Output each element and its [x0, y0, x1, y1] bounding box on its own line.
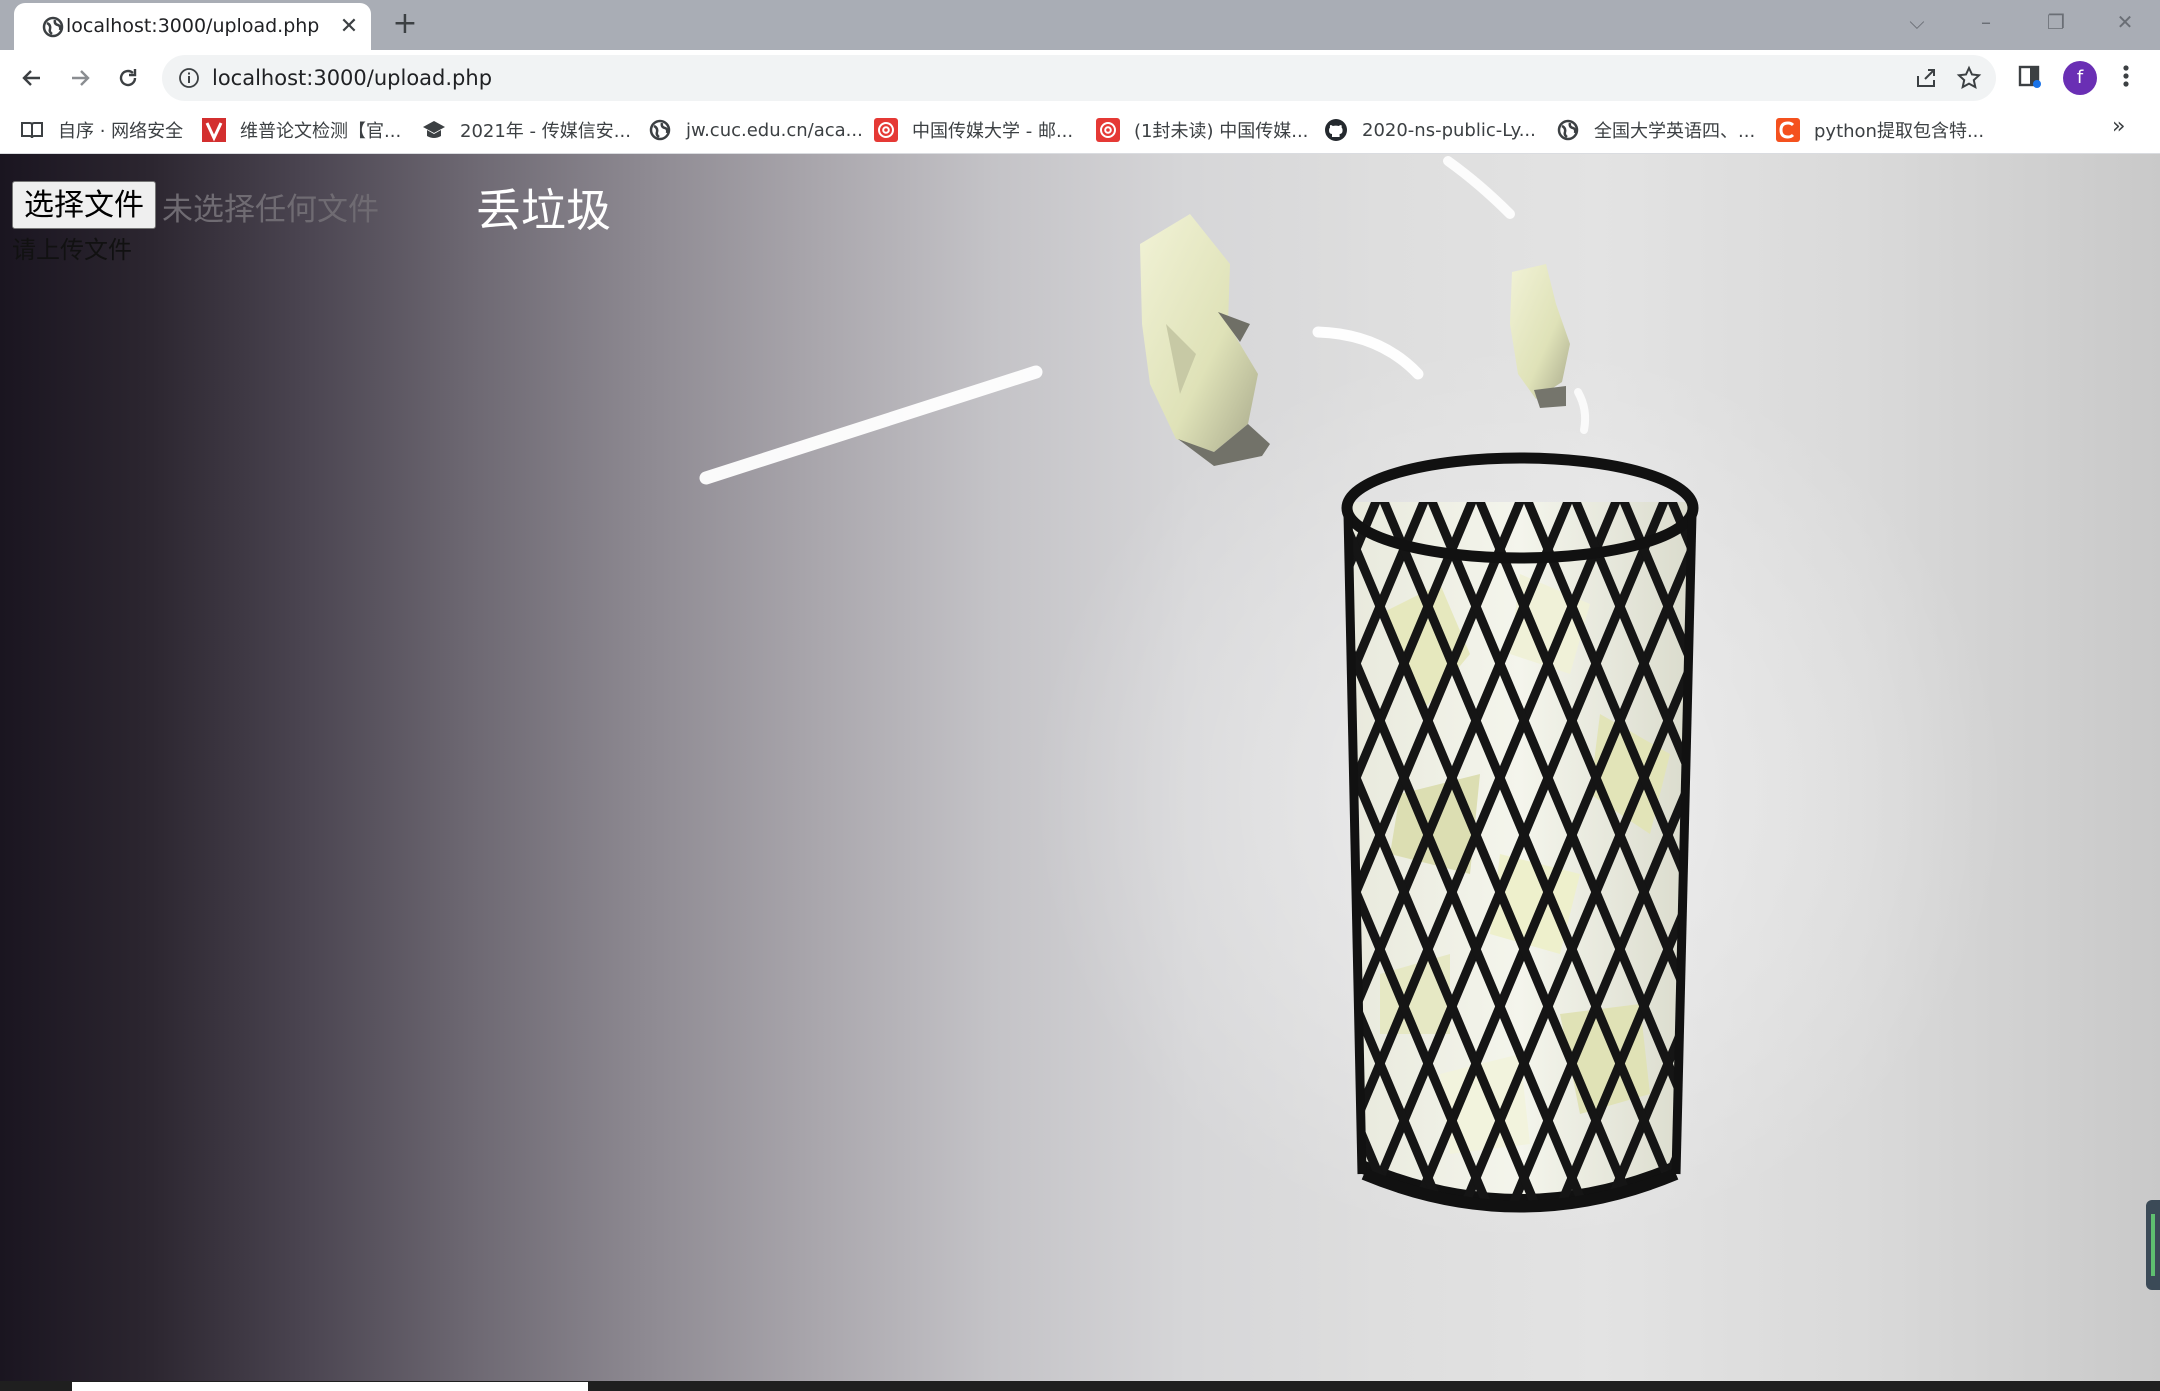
mesh-wire: [1647, 502, 1692, 1202]
bookmarks-bar: 自序 · 网络安全 维普论文检测【官... 2021年 - 传媒信安... jw…: [0, 106, 2160, 154]
bookmark-item[interactable]: python提取包含特...: [1776, 117, 1984, 143]
bookmark-label: jw.cuc.edu.cn/aca...: [686, 119, 863, 141]
bookmark-label: 自序 · 网络安全: [58, 121, 184, 142]
bookmark-item[interactable]: 全国大学英语四、...: [1556, 117, 1755, 143]
active-tab[interactable]: localhost:3000/upload.php ✕: [14, 3, 371, 50]
mesh-wire: [788, 454, 1116, 1234]
bookmark-item[interactable]: 中国传媒大学 - 邮...: [874, 117, 1073, 143]
forward-button[interactable]: [64, 62, 96, 94]
github-icon: [1324, 118, 1348, 142]
tab-search-icon[interactable]: ⌵: [1894, 6, 1940, 38]
motion-streak: [1443, 156, 1515, 219]
mail-at-icon: [1096, 118, 1120, 142]
mesh-wire: [1980, 454, 2160, 1234]
tab-strip: localhost:3000/upload.php ✕ + ⌵ – ❐ ✕: [0, 0, 2160, 50]
bookmark-item[interactable]: (1封未读) 中国传媒...: [1096, 117, 1308, 143]
taskbar-item: [72, 1382, 588, 1391]
bookmark-label: 维普论文检测【官...: [240, 121, 402, 142]
bookmark-label: python提取包含特...: [1814, 121, 1985, 142]
site-info-icon[interactable]: [178, 67, 200, 93]
url-text[interactable]: localhost:3000/upload.php: [212, 66, 492, 90]
motion-streak: [1574, 388, 1590, 434]
mesh-wire: [692, 454, 1020, 1234]
csdn-icon: [1776, 118, 1800, 142]
mesh-wire: [1932, 454, 2160, 1234]
mesh-wire: [740, 454, 1068, 1234]
bookmark-item[interactable]: jw.cuc.edu.cn/aca...: [648, 117, 863, 143]
motion-streak: [699, 365, 1043, 485]
choose-file-button[interactable]: 选择文件: [12, 181, 156, 229]
mail-at-icon: [874, 118, 898, 142]
side-widget-handle[interactable]: [2146, 1200, 2160, 1290]
bookmark-label: 2020-ns-public-Ly...: [1362, 119, 1536, 141]
crumpled-paper: [1510, 264, 1570, 408]
tab-title: localhost:3000/upload.php: [66, 15, 320, 37]
globe-icon: [1556, 118, 1580, 142]
mesh-wire: [980, 454, 1308, 1234]
browser-toolbar: localhost:3000/upload.php f: [0, 50, 2160, 106]
back-button[interactable]: [16, 62, 48, 94]
graduation-cap-icon: [422, 118, 446, 142]
bookmark-star-icon[interactable]: [1956, 65, 1982, 95]
mesh-wire: [1688, 502, 1692, 1202]
forward-arrow-icon: [72, 70, 90, 86]
bookmark-item[interactable]: 维普论文检测【官...: [202, 117, 401, 143]
bookmark-item[interactable]: 2021年 - 传媒信安...: [422, 117, 631, 143]
bookmark-item[interactable]: 自序 · 网络安全: [20, 117, 183, 143]
mesh-wire: [1748, 454, 2076, 1234]
taskbar-edge: [0, 1381, 2160, 1391]
mesh-wire: [644, 454, 972, 1234]
globe-icon: [42, 16, 64, 42]
bookmark-label: 中国传媒大学 - 邮...: [912, 121, 1074, 142]
file-status-text: 未选择任何文件: [162, 192, 379, 228]
mesh-wire: [1348, 502, 1353, 1202]
mesh-wire: [884, 454, 1212, 1234]
mesh-wire: [2028, 454, 2160, 1234]
crumpled-paper: [1140, 214, 1270, 466]
mesh-wire: [1700, 454, 2028, 1234]
page-viewport: 选择文件 未选择任何文件 丢垃圾 请上传文件: [0, 154, 2160, 1381]
mesh-wire: [1740, 454, 2068, 1234]
minimize-icon[interactable]: –: [1963, 6, 2009, 38]
mesh-wire: [1348, 502, 1360, 1202]
bookmark-label: (1封未读) 中国传媒...: [1134, 121, 1309, 142]
reload-icon: [119, 69, 137, 87]
upload-hint: 请上传文件: [12, 236, 132, 264]
mesh-wire: [548, 454, 876, 1234]
back-arrow-icon: [22, 70, 40, 86]
new-tab-button[interactable]: +: [390, 9, 420, 40]
mesh-wire: [2124, 454, 2160, 1234]
trash-can-illustration: [500, 156, 2160, 1234]
mesh-wire: [1796, 454, 2124, 1234]
mesh-wire: [972, 454, 1300, 1234]
mesh-wire: [500, 454, 828, 1234]
trash-can-mesh: [500, 454, 2160, 1234]
share-icon[interactable]: [1914, 66, 1938, 94]
bookmark-item[interactable]: 2020-ns-public-Ly...: [1324, 117, 1536, 143]
motion-streak: [1312, 326, 1424, 380]
mesh-wire: [596, 454, 924, 1234]
mesh-wire: [932, 454, 1260, 1234]
globe-icon: [648, 118, 672, 142]
more-menu-icon[interactable]: [2116, 62, 2136, 94]
book-icon: [20, 118, 44, 142]
mesh-wire: [2076, 454, 2160, 1234]
mesh-wire: [1884, 454, 2160, 1234]
window-close-icon[interactable]: ✕: [2102, 6, 2148, 38]
mesh-wire: [1788, 454, 2116, 1234]
mesh-wire: [1836, 454, 2160, 1234]
throw-trash-submit[interactable]: 丢垃圾: [476, 174, 611, 239]
bookmark-label: 全国大学英语四、...: [1594, 121, 1756, 142]
reload-button[interactable]: [112, 62, 144, 94]
vip-icon: [202, 118, 226, 142]
side-panel-icon[interactable]: [2016, 62, 2044, 94]
side-widget-bar: [2151, 1214, 2155, 1276]
bookmark-label: 2021年 - 传媒信安...: [460, 121, 631, 142]
restore-icon[interactable]: ❐: [2033, 6, 2079, 38]
mesh-wire: [836, 454, 1164, 1234]
address-bar[interactable]: localhost:3000/upload.php: [162, 55, 1996, 101]
close-tab-icon[interactable]: ✕: [337, 15, 361, 39]
bookmarks-overflow-icon[interactable]: »: [2112, 114, 2125, 139]
profile-avatar[interactable]: f: [2063, 61, 2097, 95]
